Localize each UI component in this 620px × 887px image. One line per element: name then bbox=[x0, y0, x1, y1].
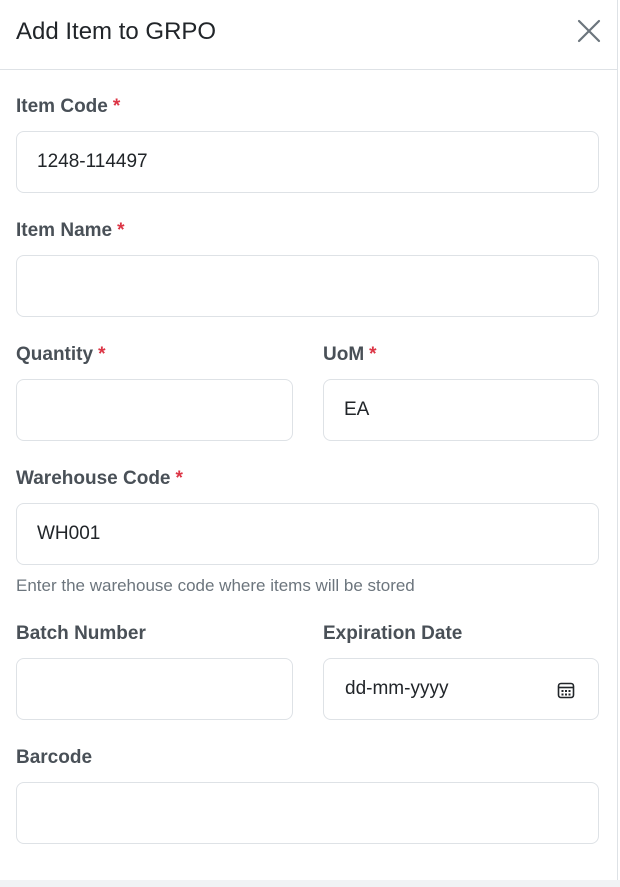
quantity-input[interactable] bbox=[16, 379, 293, 441]
quantity-label-text: Quantity bbox=[16, 344, 94, 365]
close-button[interactable] bbox=[575, 17, 603, 45]
uom-label: UoM * bbox=[323, 343, 377, 367]
required-marker: * bbox=[112, 96, 121, 117]
batch-number-label: Batch Number bbox=[16, 622, 146, 646]
warehouse-code-label-text: Warehouse Code bbox=[16, 468, 171, 489]
expiration-date-input[interactable]: dd-mm-yyyy bbox=[323, 658, 599, 720]
uom-label-text: UoM bbox=[323, 344, 365, 365]
warehouse-code-help-text: Enter the warehouse code where items wil… bbox=[16, 576, 415, 595]
required-marker: * bbox=[369, 344, 377, 365]
batch-number-input[interactable] bbox=[16, 658, 293, 720]
batch-number-label-text: Batch Number bbox=[16, 623, 146, 644]
warehouse-code-input[interactable] bbox=[16, 503, 599, 565]
close-icon bbox=[577, 19, 601, 43]
item-code-input[interactable] bbox=[16, 131, 599, 193]
item-name-label-text: Item Name bbox=[16, 220, 113, 241]
item-code-label: Item Code * bbox=[16, 95, 120, 119]
expiration-date-label: Expiration Date bbox=[323, 622, 462, 646]
add-item-modal: Add Item to GRPO Item Code* Item Name* Q… bbox=[0, 0, 618, 880]
modal-bottom-edge bbox=[0, 880, 620, 887]
calendar-icon[interactable] bbox=[556, 680, 576, 700]
required-marker: * bbox=[98, 344, 106, 365]
quantity-label: Quantity * bbox=[16, 343, 105, 367]
item-name-input[interactable] bbox=[16, 255, 599, 317]
uom-input[interactable] bbox=[323, 379, 599, 441]
barcode-label-text: Barcode bbox=[16, 747, 93, 768]
warehouse-code-label: Warehouse Code * bbox=[16, 467, 183, 491]
required-marker: * bbox=[117, 220, 125, 241]
date-placeholder: dd-mm-yyyy bbox=[345, 678, 449, 699]
expiration-date-label-text: Expiration Date bbox=[323, 623, 463, 644]
required-marker: * bbox=[175, 468, 183, 489]
barcode-input[interactable] bbox=[16, 782, 599, 844]
item-code-label-text: Item Code bbox=[16, 96, 108, 117]
barcode-label: Barcode bbox=[16, 746, 92, 770]
item-name-label: Item Name * bbox=[16, 219, 125, 243]
modal-title: Add Item to GRPO bbox=[16, 18, 217, 45]
modal-header: Add Item to GRPO bbox=[0, 0, 618, 70]
